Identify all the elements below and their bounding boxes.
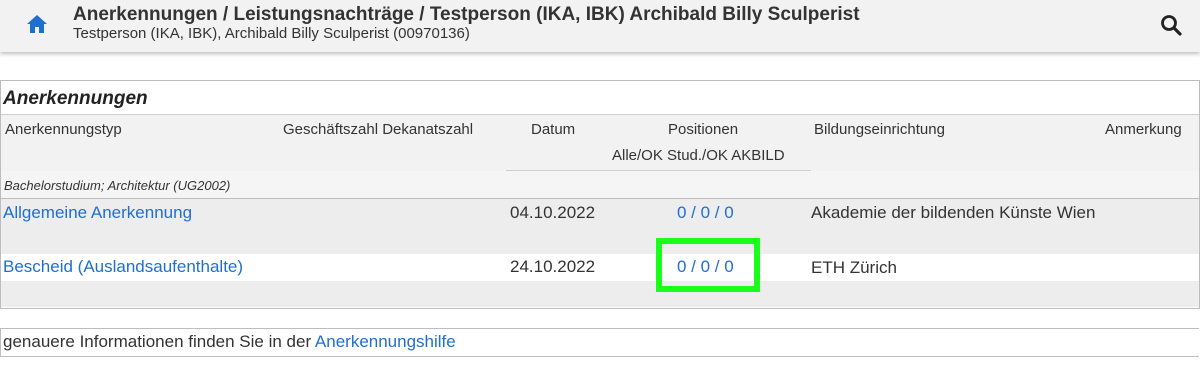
footer-label: genauere Informationen finden Sie in der	[3, 332, 312, 351]
column-header-remark: Anmerkung	[1105, 121, 1182, 138]
row-date: 04.10.2022	[510, 203, 596, 222]
row-type-link[interactable]: Allgemeine Anerkennung	[3, 203, 192, 223]
section-title: Anerkennungen	[3, 88, 148, 109]
row-date: 24.10.2022	[510, 257, 596, 276]
row-positions-link[interactable]: 0 / 0 / 0	[677, 203, 734, 223]
column-header-positions: Positionen	[668, 121, 739, 138]
table-filler-row	[1, 281, 1199, 307]
help-link[interactable]: Anerkennungshilfe	[315, 332, 456, 351]
page-header: Anerkennungen / Leistungsnachträge / Tes…	[0, 0, 1200, 52]
highlight-box	[656, 238, 760, 292]
row-institution: ETH Zürich	[811, 258, 897, 277]
table-row: Allgemeine Anerkennung 04.10.2022 0 / 0 …	[1, 199, 1199, 254]
column-header-positions-sub: Alle/OK Stud./OK AKBILD	[612, 147, 785, 164]
row-institution: Akademie der bildenden Künste Wien	[811, 203, 1096, 222]
table-header: Anerkennungstyp Geschäftszahl Dekanatsza…	[1, 114, 1199, 171]
footer-text: genauere Informationen finden Sie in der…	[3, 332, 456, 352]
group-row: Bachelorstudium; Architektur (UG2002)	[1, 171, 1199, 199]
row-type-link[interactable]: Bescheid (Auslandsaufenthalte)	[3, 257, 243, 277]
column-header-type: Anerkennungstyp	[5, 121, 122, 138]
column-header-date: Datum	[531, 121, 576, 138]
column-header-institution: Bildungseinrichtung	[814, 121, 945, 138]
search-icon[interactable]	[1160, 14, 1182, 36]
table-row: Bescheid (Auslandsaufenthalte) 24.10.202…	[1, 254, 1199, 281]
group-label: Bachelorstudium; Architektur (UG2002)	[4, 178, 231, 193]
page-subtitle: Testperson (IKA, IBK), Archibald Billy S…	[73, 25, 470, 42]
page-title: Anerkennungen / Leistungsnachträge / Tes…	[73, 4, 860, 25]
column-header-gz: Geschäftszahl Dekanatszahl	[283, 121, 474, 138]
home-icon[interactable]	[26, 14, 48, 34]
info-footer: genauere Informationen finden Sie in der…	[0, 328, 1199, 357]
anerkennungen-panel: Anerkennungen Anerkennungstyp Geschäftsz…	[0, 80, 1200, 309]
